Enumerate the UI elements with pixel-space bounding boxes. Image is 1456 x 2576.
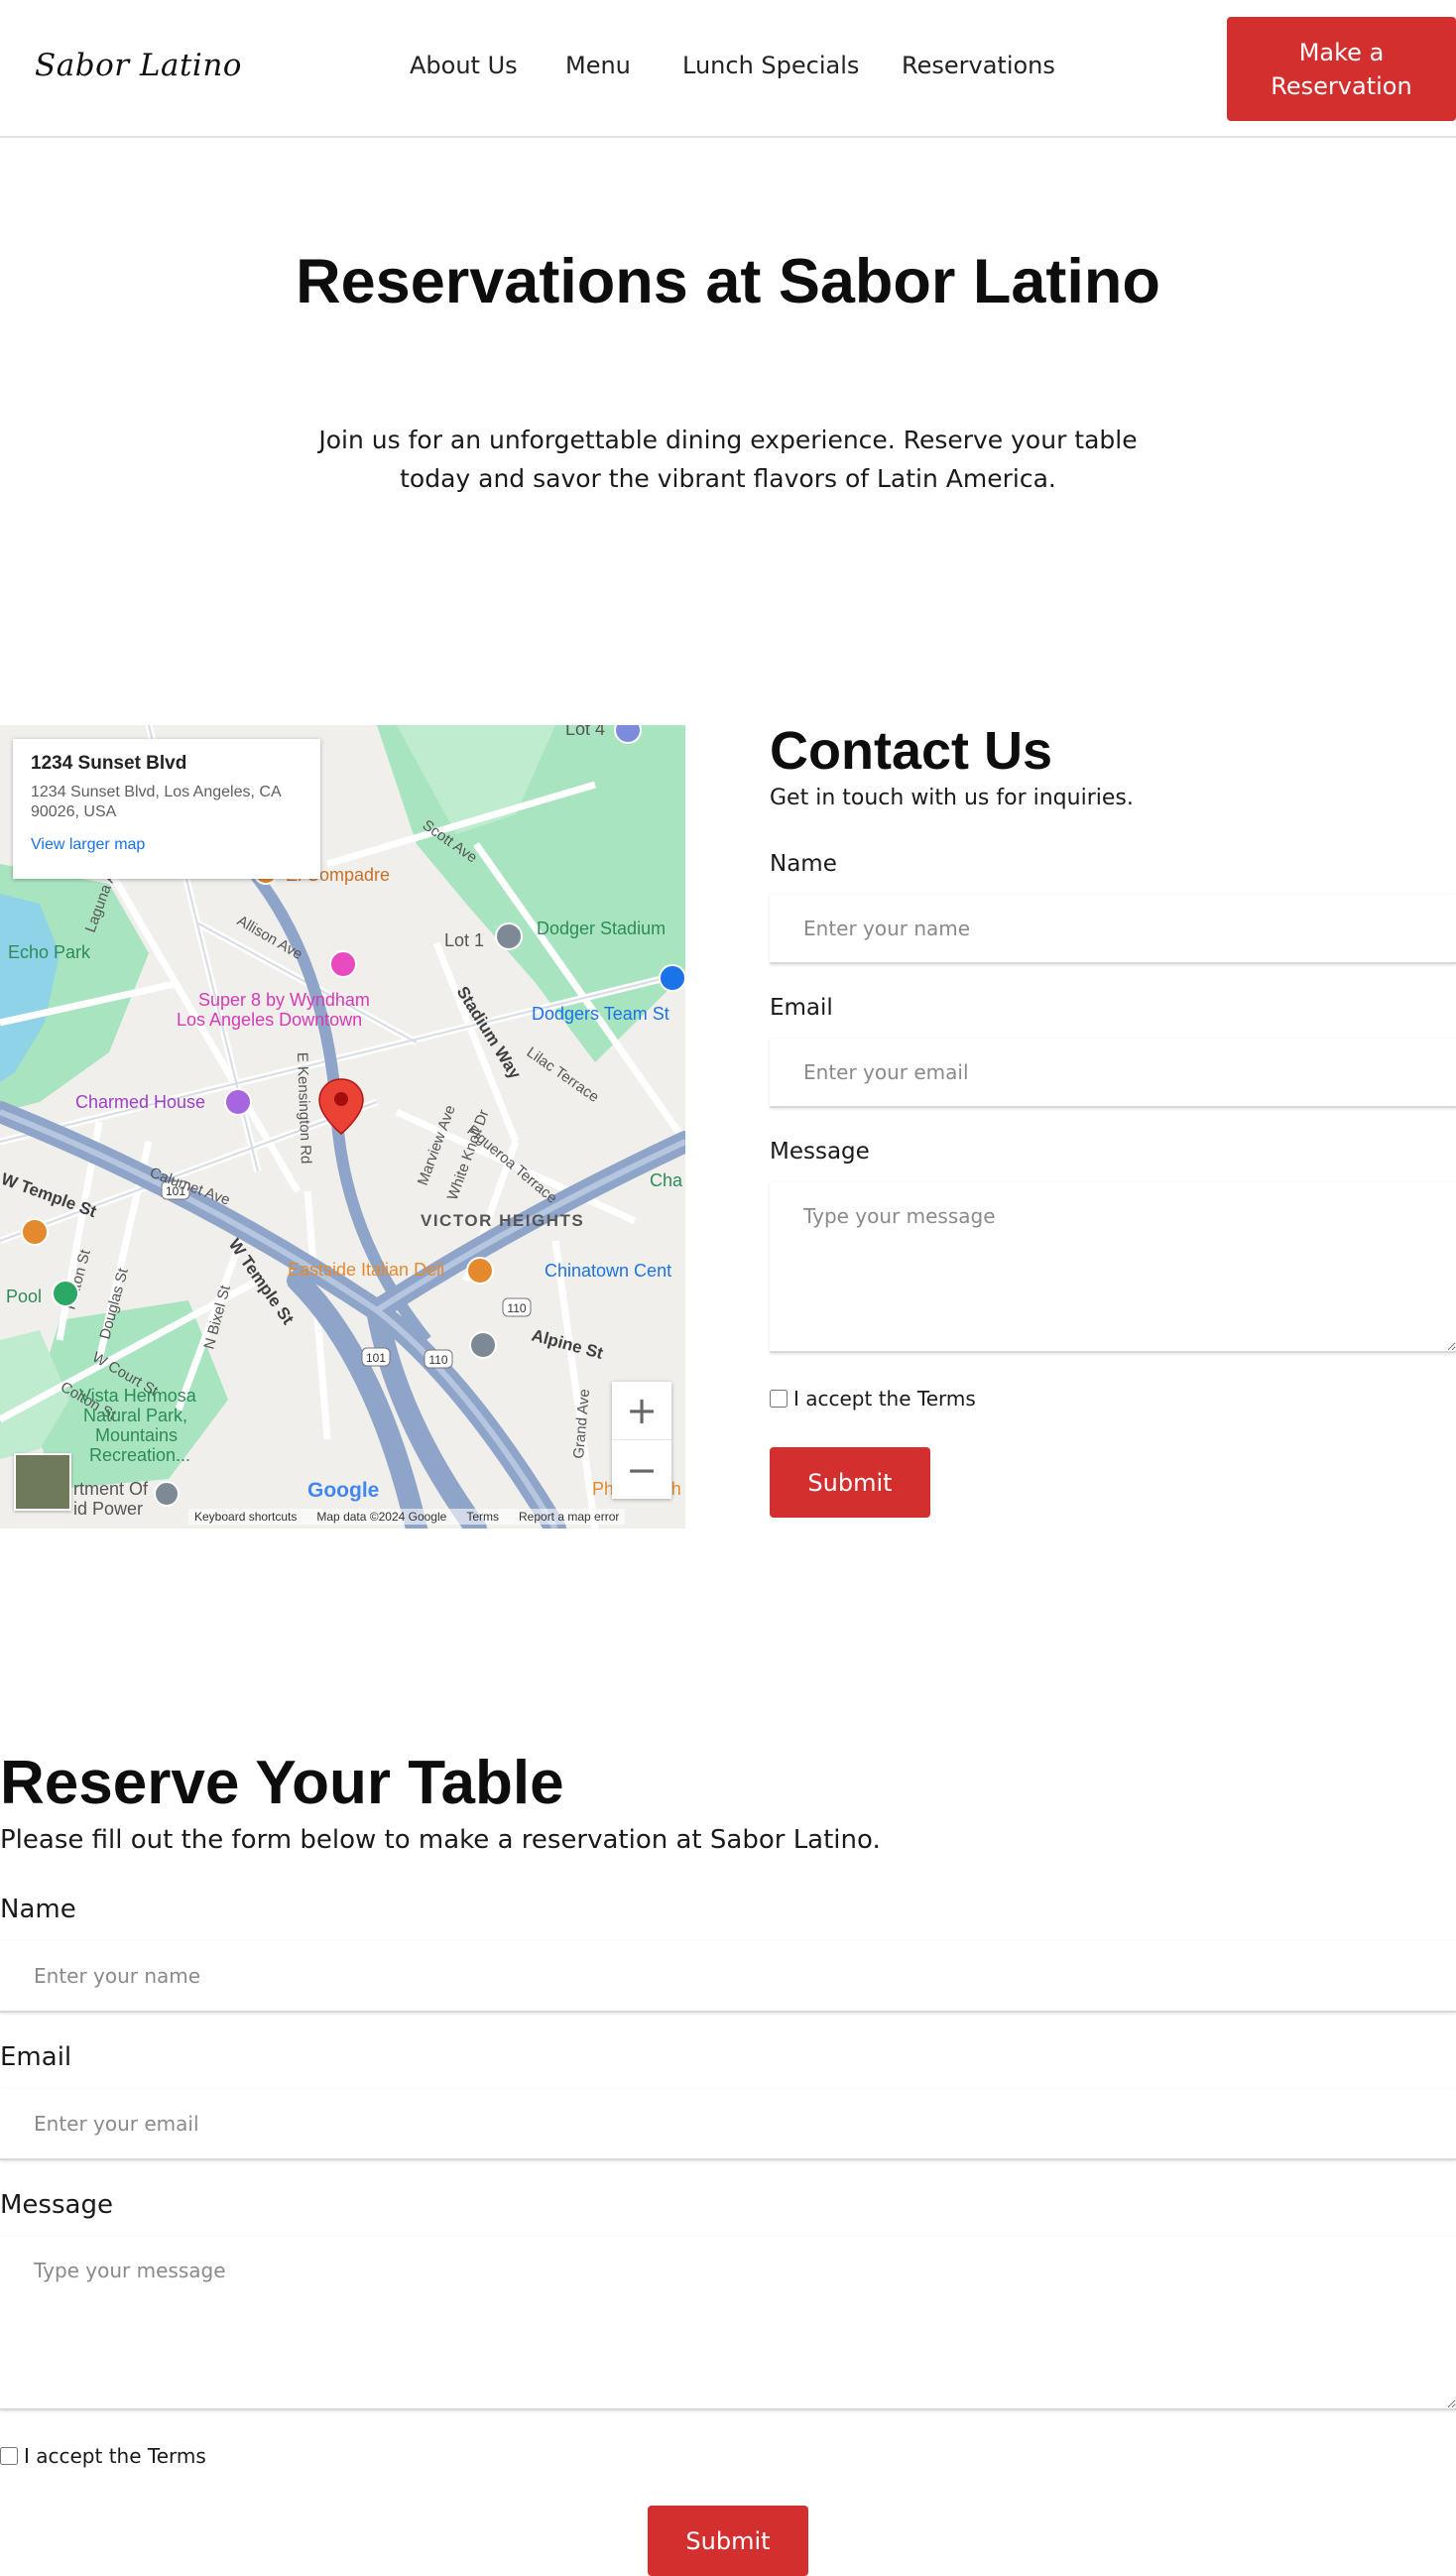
satellite-toggle[interactable]: [14, 1453, 71, 1511]
place-label: Dodgers Team St: [532, 1004, 669, 1024]
nav-menu[interactable]: Menu: [565, 52, 631, 79]
google-logo: Google: [307, 1479, 380, 1502]
contact-email-label: Email: [770, 995, 833, 1021]
place-label: Recreation...: [89, 1445, 190, 1465]
report-map-error-link[interactable]: Report a map error: [519, 1510, 619, 1524]
place-label: Los Angeles Downtown: [177, 1010, 362, 1030]
map-data-attribution: Map data ©2024 Google: [316, 1510, 447, 1524]
reserve-terms-checkbox-row: I accept the Terms: [0, 2444, 206, 2468]
zoom-in-button[interactable]: +: [612, 1382, 671, 1440]
reserve-message-label: Message: [0, 2190, 113, 2220]
reserve-subtitle: Please fill out the form below to make a…: [0, 1825, 881, 1855]
place-label: Dodger Stadium: [537, 919, 666, 938]
place-label: Cha: [650, 1170, 683, 1190]
map-footer: Keyboard shortcuts Map data ©2024 Google…: [188, 1509, 626, 1525]
view-larger-map-link[interactable]: View larger map: [31, 836, 303, 854]
page-title: Reservations at Sabor Latino: [296, 247, 1160, 316]
contact-terms-checkbox-row: I accept the Terms: [770, 1387, 976, 1411]
contact-name-label: Name: [770, 851, 837, 877]
highway-110-shield: 110: [428, 1353, 447, 1367]
map-terms-link[interactable]: Terms: [466, 1510, 499, 1524]
place-label: Natural Park,: [83, 1406, 187, 1425]
map-card-address: 1234 Sunset Blvd, Los Angeles, CA 90026,…: [31, 784, 281, 820]
place-label: Eastside Italian Deli: [288, 1260, 444, 1280]
reserve-name-label: Name: [0, 1895, 76, 1924]
contact-subtitle: Get in touch with us for inquiries.: [770, 786, 1134, 810]
zoom-out-button[interactable]: −: [612, 1440, 671, 1499]
embedded-map[interactable]: 101 101 110 110 Scott Ave Allison Ave Ca…: [0, 725, 685, 1529]
neighborhood-label: VICTOR HEIGHTS: [421, 1211, 584, 1230]
place-label: Echo Park: [8, 942, 91, 962]
keyboard-shortcuts-link[interactable]: Keyboard shortcuts: [194, 1510, 297, 1524]
make-reservation-button[interactable]: Make a Reservation: [1227, 17, 1456, 121]
page-subtitle: Join us for an unforgettable dining expe…: [318, 426, 1138, 493]
map-info-card: 1234 Sunset Blvd 1234 Sunset Blvd, Los A…: [13, 739, 320, 879]
reserve-submit-button[interactable]: Submit: [648, 2506, 808, 2576]
reserve-message-textarea[interactable]: [0, 2237, 1456, 2410]
nav-reservations[interactable]: Reservations: [902, 52, 1055, 79]
place-label: id Power: [73, 1499, 143, 1519]
contact-message-textarea[interactable]: [770, 1182, 1456, 1353]
reserve-name-input[interactable]: [0, 1941, 1456, 2013]
place-label: Mountains: [95, 1425, 178, 1445]
site-logo[interactable]: Sabor Latino: [35, 48, 242, 83]
place-label: Lot 4: [565, 725, 605, 739]
contact-submit-button[interactable]: Submit: [770, 1447, 930, 1518]
place-label: Vista Hermosa: [79, 1386, 197, 1406]
place-label: Charmed House: [75, 1092, 205, 1112]
place-label: rtment Of: [73, 1479, 149, 1499]
reserve-email-label: Email: [0, 2042, 72, 2072]
reserve-terms-checkbox[interactable]: [0, 2447, 18, 2465]
contact-email-input[interactable]: [770, 1039, 1456, 1108]
reserve-email-input[interactable]: [0, 2089, 1456, 2160]
contact-message-label: Message: [770, 1139, 870, 1165]
contact-name-input[interactable]: [770, 895, 1456, 964]
reserve-title: Reserve Your Table: [0, 1749, 564, 1817]
place-label: Super 8 by Wyndham: [198, 990, 370, 1010]
highway-110-shield: 110: [507, 1301, 526, 1315]
place-label: Chinatown Cent: [545, 1261, 671, 1281]
nav-about-us[interactable]: About Us: [410, 52, 518, 79]
contact-terms-label: I accept the Terms: [793, 1387, 976, 1411]
place-label: Lot 1: [444, 930, 484, 950]
nav-lunch-specials[interactable]: Lunch Specials: [682, 52, 859, 79]
map-card-title: 1234 Sunset Blvd: [31, 753, 187, 774]
contact-title: Contact Us: [770, 721, 1053, 781]
site-header: Sabor Latino About Us Menu Lunch Special…: [0, 0, 1456, 138]
map-zoom-controls: + −: [612, 1382, 671, 1499]
highway-101-shield: 101: [366, 1351, 386, 1365]
contact-terms-checkbox[interactable]: [770, 1390, 788, 1408]
place-label: Pool: [6, 1287, 42, 1306]
reserve-terms-label: I accept the Terms: [24, 2444, 206, 2468]
